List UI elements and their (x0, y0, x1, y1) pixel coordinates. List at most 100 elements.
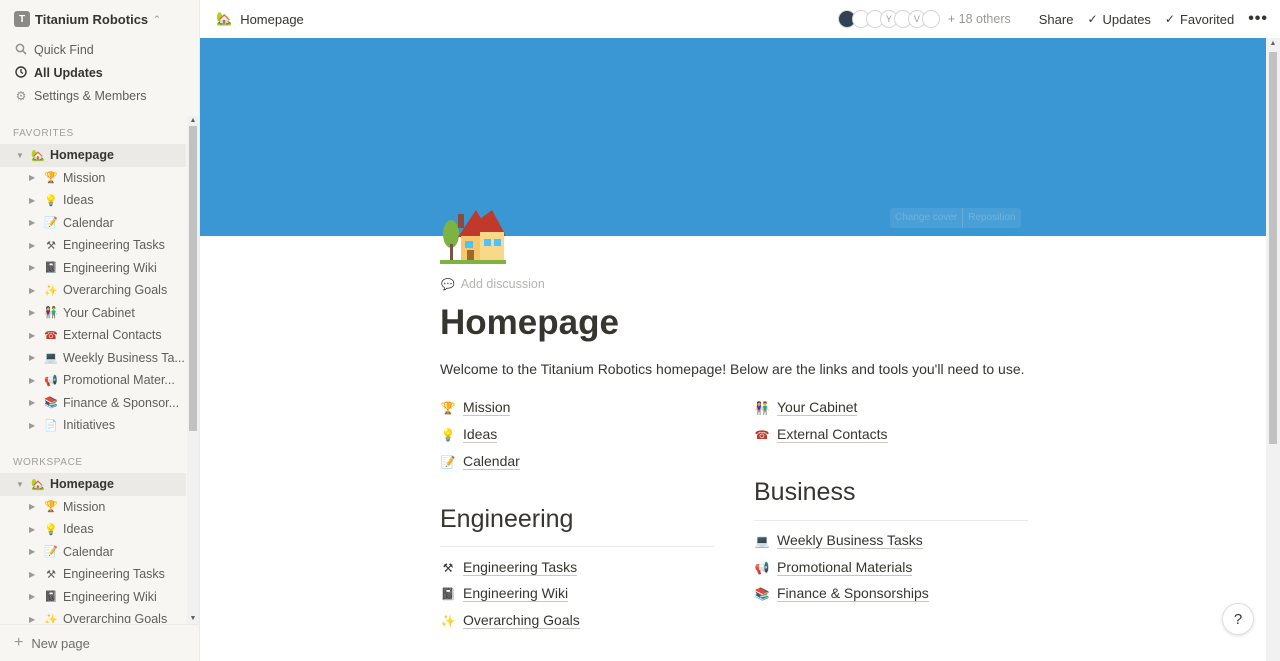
caret-right-icon[interactable]: ▶ (29, 525, 41, 534)
caret-down-icon[interactable]: ▼ (16, 480, 28, 489)
caret-right-icon[interactable]: ▶ (29, 308, 41, 317)
more-options-icon[interactable]: ••• (1248, 10, 1268, 28)
caret-right-icon[interactable]: ▶ (29, 502, 41, 511)
caret-right-icon[interactable]: ▶ (29, 286, 41, 295)
favorites-item-ideas[interactable]: ▶ 💡 Ideas (0, 189, 186, 212)
laptop-icon: 💻 (754, 533, 770, 548)
engineering-heading[interactable]: Engineering (440, 505, 573, 534)
page-title[interactable]: Homepage (440, 303, 619, 343)
favorites-item-engineering-tasks[interactable]: ▶ ⚒ Engineering Tasks (0, 234, 186, 257)
favorites-item-your-cabinet[interactable]: ▶ 👫 Your Cabinet (0, 302, 186, 325)
quick-find-button[interactable]: Quick Find (0, 39, 199, 62)
avatar[interactable] (921, 10, 940, 28)
house-icon[interactable] (438, 204, 508, 266)
favorites-item-homepage[interactable]: ▼ 🏡 Homepage (0, 144, 186, 167)
caret-right-icon[interactable]: ▶ (29, 353, 41, 362)
favorited-button[interactable]: ✓ Favorited (1165, 12, 1234, 27)
workspace-item-calendar[interactable]: ▶ 📝 Calendar (0, 541, 186, 564)
share-button[interactable]: Share (1039, 12, 1074, 27)
caret-right-icon[interactable]: ▶ (29, 421, 41, 430)
quick-find-label: Quick Find (34, 43, 94, 58)
new-page-button[interactable]: + New page (0, 624, 200, 661)
link-engineering-tasks[interactable]: ⚒ Engineering Tasks (440, 559, 578, 576)
link-external-contacts[interactable]: ☎ External Contacts (754, 426, 888, 443)
updates-label: Updates (1102, 11, 1151, 27)
link-mission[interactable]: 🏆 Mission (440, 399, 511, 416)
caret-right-icon[interactable]: ▶ (29, 263, 41, 272)
caret-right-icon[interactable]: ▶ (29, 547, 41, 556)
tree-item-label: Your Cabinet (63, 305, 135, 320)
favorites-item-mission[interactable]: ▶ 🏆 Mission (0, 167, 186, 190)
sidebar-scrollbar[interactable]: ▲ ▼ (187, 116, 199, 624)
favorites-item-external-contacts[interactable]: ▶ ☎ External Contacts (0, 324, 186, 347)
scroll-down-arrow-icon[interactable]: ▼ (187, 614, 199, 624)
link-promotional-materials[interactable]: 📢 Promotional Materials (754, 559, 913, 576)
favorites-item-weekly-business-tasks[interactable]: ▶ 💻 Weekly Business Ta... (0, 347, 186, 370)
updates-button[interactable]: ✓ Updates (1087, 12, 1150, 27)
others-count[interactable]: + 18 others (948, 12, 1011, 26)
megaphone-icon: 📢 (44, 374, 58, 387)
caret-right-icon[interactable]: ▶ (29, 615, 41, 623)
main-scroll-thumb[interactable] (1269, 52, 1277, 444)
caret-right-icon[interactable]: ▶ (29, 331, 41, 340)
settings-members-button[interactable]: ⚙ Settings & Members (0, 84, 199, 107)
link-weekly-business-tasks[interactable]: 💻 Weekly Business Tasks (754, 532, 923, 549)
caret-right-icon[interactable]: ▶ (29, 592, 41, 601)
sidebar-scroll-thumb[interactable] (189, 126, 197, 431)
memo-icon: 📝 (44, 217, 58, 230)
link-calendar[interactable]: 📝 Calendar (440, 453, 520, 470)
reposition-button[interactable]: Reposition (963, 208, 1020, 228)
main-scrollbar[interactable]: ▲ (1266, 38, 1280, 661)
caret-right-icon[interactable]: ▶ (29, 173, 41, 182)
caret-right-icon[interactable]: ▶ (29, 218, 41, 227)
clock-icon (14, 65, 28, 81)
favorites-item-engineering-wiki[interactable]: ▶ 📓 Engineering Wiki (0, 257, 186, 280)
workspace-item-engineering-wiki[interactable]: ▶ 📓 Engineering Wiki (0, 586, 186, 609)
caret-right-icon[interactable]: ▶ (29, 196, 41, 205)
add-discussion-button[interactable]: 💬 Add discussion (441, 277, 545, 291)
tree-item-label: External Contacts (63, 328, 162, 343)
link-finance-sponsorships[interactable]: 📚 Finance & Sponsorships (754, 585, 929, 602)
caret-down-icon[interactable]: ▼ (16, 151, 28, 160)
help-button[interactable]: ? (1222, 603, 1254, 635)
hammer-pick-icon: ⚒ (442, 560, 454, 575)
scroll-up-arrow-icon[interactable]: ▲ (1266, 38, 1280, 50)
workspace-item-overarching-goals[interactable]: ▶ ✨ Overarching Goals (0, 608, 186, 623)
tree-item-label: Promotional Mater... (63, 373, 175, 388)
business-divider (754, 520, 1028, 521)
plus-icon: + (14, 634, 24, 651)
business-heading[interactable]: Business (754, 478, 855, 507)
favorites-item-initiatives[interactable]: ▶ 📄 Initiatives (0, 414, 186, 437)
scroll-up-arrow-icon[interactable]: ▲ (187, 116, 199, 126)
all-updates-button[interactable]: All Updates (0, 62, 199, 85)
caret-right-icon[interactable]: ▶ (29, 570, 41, 579)
workspace-item-engineering-tasks[interactable]: ▶ ⚒ Engineering Tasks (0, 563, 186, 586)
workspace-item-ideas[interactable]: ▶ 💡 Ideas (0, 518, 186, 541)
workspace-item-homepage[interactable]: ▼ 🏡 Homepage (0, 473, 186, 496)
breadcrumb[interactable]: 🏡 Homepage (216, 11, 304, 27)
workspace-item-mission[interactable]: ▶ 🏆 Mission (0, 496, 186, 519)
favorites-item-promotional-materials[interactable]: ▶ 📢 Promotional Mater... (0, 369, 186, 392)
telephone-icon: ☎ (754, 427, 770, 442)
link-your-cabinet[interactable]: 👫 Your Cabinet (754, 399, 858, 416)
topbar-actions: Y V + 18 others Share ✓ Updates ✓ Favorite… (837, 0, 1268, 38)
check-icon: ✓ (1087, 12, 1098, 26)
caret-right-icon[interactable]: ▶ (29, 398, 41, 407)
link-label: Overarching Goals (463, 612, 580, 629)
collaborator-avatars[interactable]: Y V (837, 10, 940, 28)
link-ideas[interactable]: 💡 Ideas (440, 426, 498, 443)
all-updates-label: All Updates (34, 66, 103, 81)
favorites-item-overarching-goals[interactable]: ▶ ✨ Overarching Goals (0, 279, 186, 302)
change-cover-button[interactable]: Change cover (890, 208, 962, 228)
tree-item-label: Engineering Tasks (63, 238, 165, 253)
notebook-icon: 📓 (440, 586, 456, 601)
welcome-text[interactable]: Welcome to the Titanium Robotics homepag… (440, 361, 1025, 377)
sidebar: T Titanium Robotics ⌃ Quick Find All Upd… (0, 0, 200, 661)
link-overarching-goals[interactable]: ✨ Overarching Goals (440, 612, 580, 629)
favorites-item-calendar[interactable]: ▶ 📝 Calendar (0, 212, 186, 235)
caret-right-icon[interactable]: ▶ (29, 241, 41, 250)
favorites-item-finance-sponsorships[interactable]: ▶ 📚 Finance & Sponsor... (0, 392, 186, 415)
caret-right-icon[interactable]: ▶ (29, 376, 41, 385)
workspace-switcher[interactable]: T Titanium Robotics ⌃ (0, 0, 199, 38)
link-engineering-wiki[interactable]: 📓 Engineering Wiki (440, 585, 569, 602)
